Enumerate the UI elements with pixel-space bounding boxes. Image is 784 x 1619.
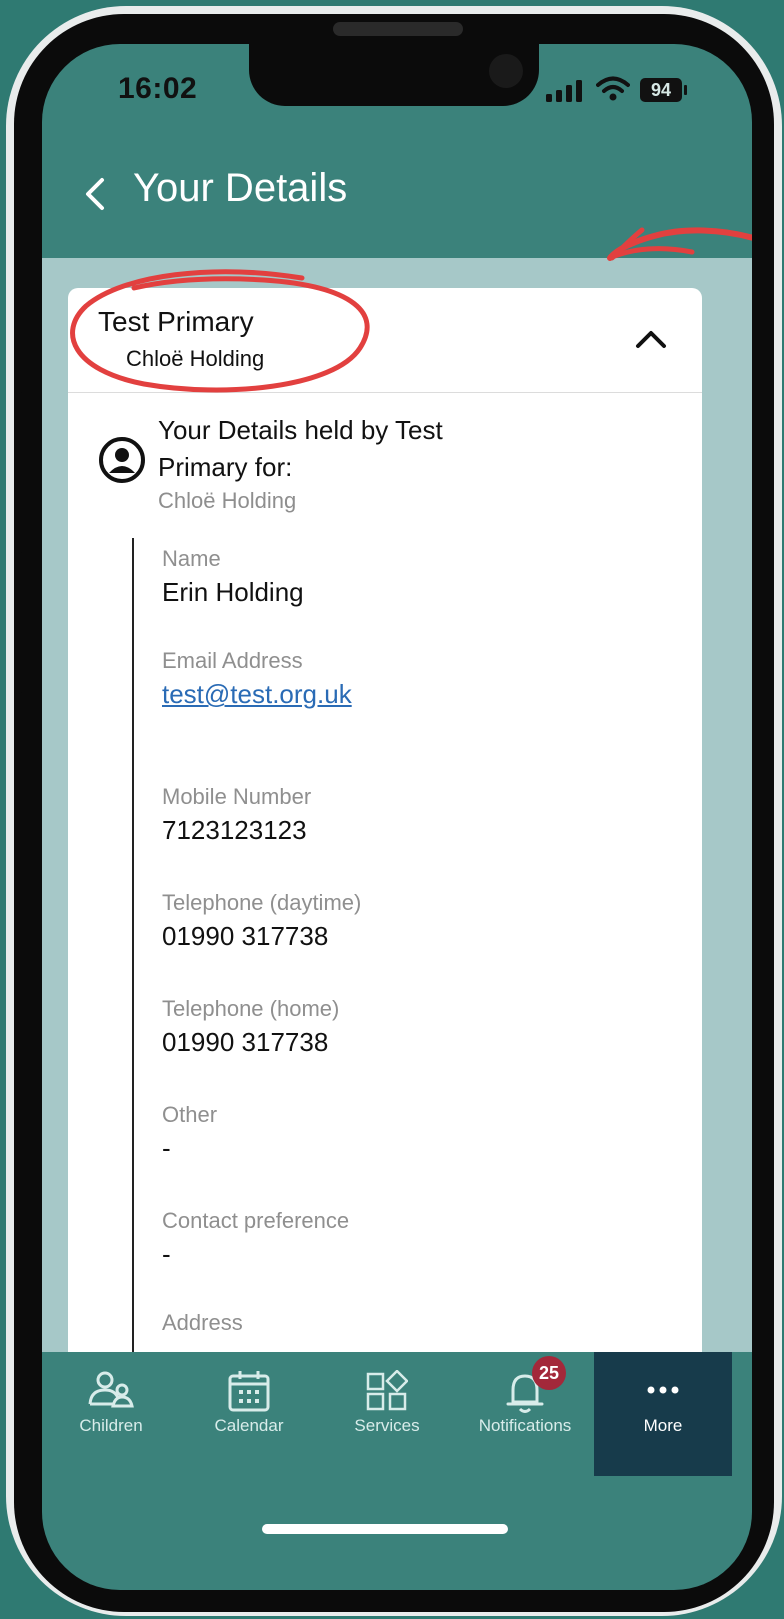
home-indicator[interactable] bbox=[262, 1524, 508, 1534]
details-card: Test Primary Chloë Holding Your Details … bbox=[68, 269, 702, 1352]
user-circle-icon bbox=[99, 437, 145, 483]
field-other: Other - bbox=[162, 1100, 217, 1166]
more-icon bbox=[647, 1386, 679, 1394]
nav-notifications[interactable]: 25 Notifications bbox=[456, 1352, 594, 1476]
status-bar: 16:02 94 bbox=[42, 44, 752, 154]
field-name: Name Erin Holding bbox=[162, 544, 304, 610]
camera bbox=[489, 54, 523, 88]
side-button bbox=[14, 444, 22, 554]
back-arrow-icon[interactable] bbox=[80, 174, 110, 214]
nav-label: Calendar bbox=[214, 1416, 284, 1435]
field-mobile: Mobile Number 7123123123 bbox=[162, 782, 311, 848]
services-icon bbox=[366, 1370, 408, 1411]
app-header: Your Details bbox=[42, 154, 752, 258]
nav-services[interactable]: Services bbox=[318, 1352, 456, 1476]
field-contact-preference: Contact preference - bbox=[162, 1206, 349, 1272]
children-icon bbox=[88, 1371, 134, 1408]
bottom-navigation: Children Calendar Services 25 Notificati… bbox=[42, 1352, 752, 1476]
field-label: Telephone (daytime) bbox=[162, 890, 362, 915]
speaker-grille bbox=[333, 22, 463, 36]
battery-tip bbox=[684, 85, 687, 95]
side-button bbox=[14, 584, 22, 694]
field-value: Erin Holding bbox=[162, 577, 304, 607]
field-label: Other bbox=[162, 1102, 218, 1127]
nav-label: More bbox=[643, 1416, 683, 1435]
field-label: Email Address bbox=[162, 648, 303, 673]
field-label: Telephone (home) bbox=[162, 996, 340, 1021]
field-telephone-daytime: Telephone (daytime) 01990 317738 bbox=[162, 888, 361, 954]
nav-label: Notifications bbox=[478, 1416, 572, 1435]
chevron-up-icon[interactable] bbox=[634, 328, 668, 350]
nav-more[interactable]: More bbox=[594, 1352, 732, 1476]
field-value: 01990 317738 bbox=[162, 921, 329, 951]
wifi-icon bbox=[596, 76, 630, 101]
field-value: 01990 317738 bbox=[162, 1027, 329, 1057]
notch bbox=[249, 44, 539, 106]
field-label: Mobile Number bbox=[162, 784, 312, 809]
field-address: Address bbox=[162, 1308, 243, 1338]
app-screen: 16:02 94 Your Details Test Primary Chloë… bbox=[42, 44, 752, 1590]
page-title: Your Details bbox=[133, 166, 348, 210]
school-name: Test Primary bbox=[98, 306, 254, 337]
battery-indicator: 94 bbox=[640, 78, 682, 102]
status-time: 16:02 bbox=[118, 72, 198, 105]
child-name: Chloë Holding bbox=[126, 346, 265, 371]
nav-label: Children bbox=[79, 1416, 143, 1435]
content-area[interactable]: Test Primary Chloë Holding Your Details … bbox=[42, 258, 752, 1352]
notification-badge: 25 bbox=[532, 1356, 566, 1390]
field-label: Address bbox=[162, 1310, 243, 1335]
field-label: Contact preference bbox=[162, 1208, 350, 1233]
nav-children[interactable]: Children bbox=[42, 1352, 180, 1476]
calendar-icon bbox=[228, 1371, 270, 1412]
field-label: Name bbox=[162, 546, 221, 571]
nav-calendar[interactable]: Calendar bbox=[180, 1352, 318, 1476]
nav-label: Services bbox=[354, 1416, 420, 1435]
details-heading: Your Details held by Test Primary for: bbox=[158, 415, 443, 482]
field-value: - bbox=[162, 1133, 171, 1163]
email-link[interactable]: test@test.org.uk bbox=[162, 676, 352, 712]
side-button bbox=[14, 334, 22, 394]
details-child: Chloë Holding bbox=[158, 488, 297, 513]
field-telephone-home: Telephone (home) 01990 317738 bbox=[162, 994, 339, 1060]
field-value: 7123123123 bbox=[162, 815, 307, 845]
field-email: Email Address test@test.org.uk bbox=[162, 646, 352, 712]
field-divider-line bbox=[132, 538, 134, 1352]
card-header[interactable]: Test Primary Chloë Holding bbox=[68, 288, 702, 393]
field-value: - bbox=[162, 1239, 171, 1269]
signal-icon bbox=[546, 80, 582, 102]
